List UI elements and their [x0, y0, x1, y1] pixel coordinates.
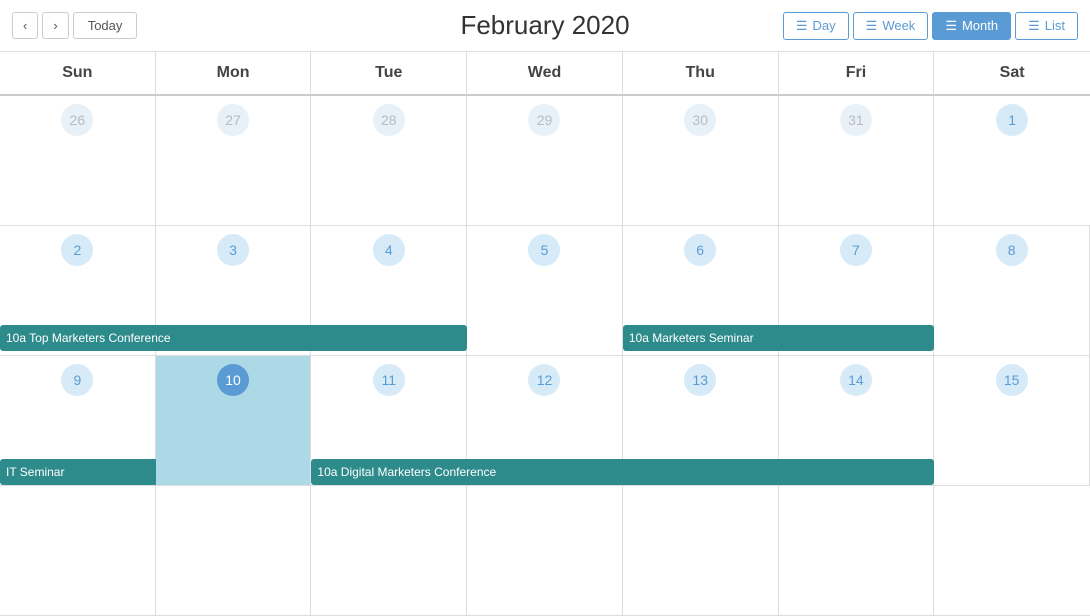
date-11: 11 — [373, 364, 405, 396]
date-2: 2 — [61, 234, 93, 266]
date-27: 27 — [217, 104, 249, 136]
today-button[interactable]: Today — [73, 12, 138, 39]
calendar-week-4 — [0, 486, 1090, 616]
calendar-week-1: 26 27 28 29 30 31 1 — [0, 96, 1090, 226]
date-1: 1 — [996, 104, 1028, 136]
list-view-label: List — [1045, 18, 1065, 33]
day-cell-feb16[interactable] — [0, 486, 156, 615]
calendar-week-3: 9 10 11 12 13 14 15 IT Seminar — [0, 356, 1090, 486]
list-view-button[interactable]: ☰ List — [1015, 12, 1078, 40]
date-5: 5 — [528, 234, 560, 266]
month-view-icon: ☰ — [945, 18, 957, 34]
calendar-header: ‹ › Today February 2020 ☰ Day ☰ Week ☰ M… — [0, 0, 1090, 52]
day-cell-feb19[interactable] — [467, 486, 623, 615]
header-sat: Sat — [934, 52, 1090, 94]
event-top-marketers-conference[interactable]: 10a Top Marketers Conference — [0, 325, 467, 351]
date-10: 10 — [217, 364, 249, 396]
prev-button[interactable]: ‹ — [12, 12, 38, 39]
date-6: 6 — [684, 234, 716, 266]
list-view-icon: ☰ — [1028, 18, 1040, 34]
date-26: 26 — [61, 104, 93, 136]
date-3: 3 — [217, 234, 249, 266]
date-12: 12 — [528, 364, 560, 396]
date-15: 15 — [996, 364, 1028, 396]
day-cell-jan29[interactable]: 29 — [467, 96, 623, 225]
day-cell-jan31[interactable]: 31 — [779, 96, 935, 225]
day-cell-feb18[interactable] — [311, 486, 467, 615]
header-fri: Fri — [779, 52, 935, 94]
date-28: 28 — [373, 104, 405, 136]
day-cell-feb22[interactable] — [934, 486, 1090, 615]
event-it-seminar[interactable]: IT Seminar — [0, 459, 156, 485]
view-switcher: ☰ Day ☰ Week ☰ Month ☰ List — [783, 12, 1078, 40]
date-13: 13 — [684, 364, 716, 396]
day-cell-feb17[interactable] — [156, 486, 312, 615]
header-wed: Wed — [467, 52, 623, 94]
week-view-button[interactable]: ☰ Week — [853, 12, 929, 40]
calendar-title: February 2020 — [460, 10, 629, 41]
day-cell-feb10[interactable]: 10 — [156, 356, 312, 485]
day-cell-feb8[interactable]: 8 — [934, 226, 1090, 355]
date-4: 4 — [373, 234, 405, 266]
event-marketers-seminar[interactable]: 10a Marketers Seminar — [623, 325, 934, 351]
month-view-label: Month — [962, 18, 998, 33]
date-29: 29 — [528, 104, 560, 136]
event-digital-marketers-conference[interactable]: 10a Digital Marketers Conference — [311, 459, 934, 485]
header-sun: Sun — [0, 52, 156, 94]
calendar-grid: 26 27 28 29 30 31 1 2 — [0, 96, 1090, 616]
header-mon: Mon — [156, 52, 312, 94]
date-14: 14 — [840, 364, 872, 396]
day-cell-feb1[interactable]: 1 — [934, 96, 1090, 225]
date-7: 7 — [840, 234, 872, 266]
day-cell-feb21[interactable] — [779, 486, 935, 615]
header-tue: Tue — [311, 52, 467, 94]
week-view-icon: ☰ — [866, 18, 878, 34]
date-9: 9 — [61, 364, 93, 396]
day-cell-jan30[interactable]: 30 — [623, 96, 779, 225]
header-thu: Thu — [623, 52, 779, 94]
calendar-container: Sun Mon Tue Wed Thu Fri Sat 26 27 28 29 … — [0, 52, 1090, 616]
day-cell-jan28[interactable]: 28 — [311, 96, 467, 225]
day-cell-feb5[interactable]: 5 — [467, 226, 623, 355]
next-button[interactable]: › — [42, 12, 68, 39]
day-view-label: Day — [813, 18, 836, 33]
day-cell-jan27[interactable]: 27 — [156, 96, 312, 225]
day-headers-row: Sun Mon Tue Wed Thu Fri Sat — [0, 52, 1090, 96]
day-cell-jan26[interactable]: 26 — [0, 96, 156, 225]
date-30: 30 — [684, 104, 716, 136]
day-cell-feb20[interactable] — [623, 486, 779, 615]
date-8: 8 — [996, 234, 1028, 266]
nav-controls: ‹ › Today — [12, 12, 137, 39]
calendar-week-2: 2 3 4 5 6 7 8 10a Top Marketers Confer — [0, 226, 1090, 356]
month-view-button[interactable]: ☰ Month — [932, 12, 1011, 40]
day-view-button[interactable]: ☰ Day — [783, 12, 849, 40]
day-cell-feb15[interactable]: 15 — [934, 356, 1090, 485]
day-view-icon: ☰ — [796, 18, 808, 34]
date-31: 31 — [840, 104, 872, 136]
week-view-label: Week — [882, 18, 915, 33]
